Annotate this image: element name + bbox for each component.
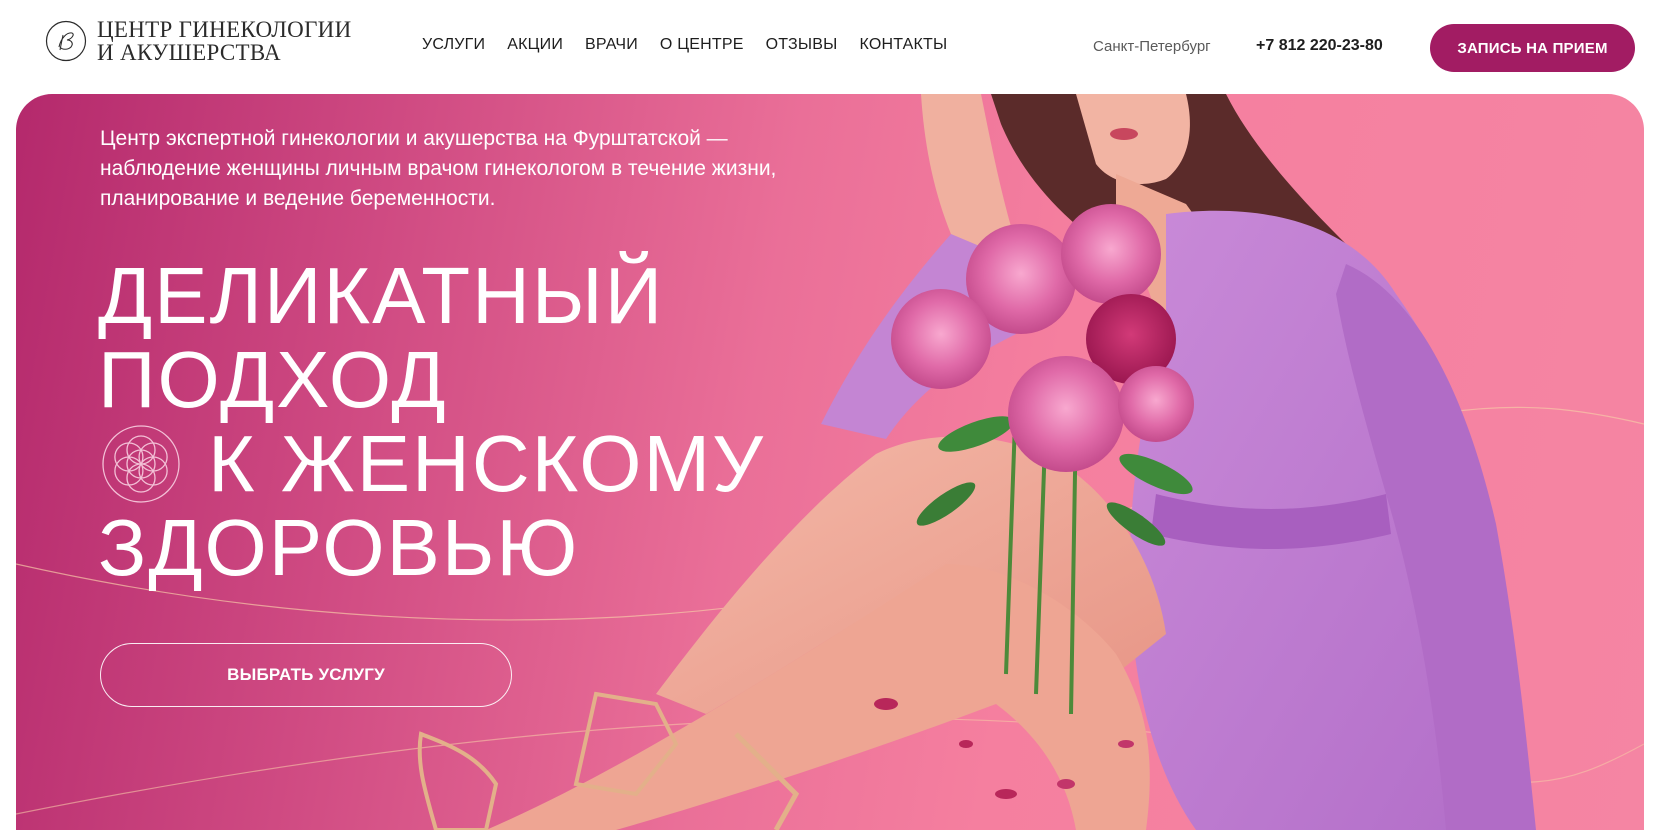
logo-text: ЦЕНТР ГИНЕКОЛОГИИ И АКУШЕРСТВА bbox=[97, 18, 351, 64]
logo[interactable]: ЦЕНТР ГИНЕКОЛОГИИ И АКУШЕРСТВА bbox=[45, 18, 351, 64]
nav-reviews[interactable]: ОТЗЫВЫ bbox=[766, 36, 838, 54]
nav-about[interactable]: О ЦЕНТРЕ bbox=[660, 36, 744, 54]
city-selector[interactable]: Санкт-Петербург bbox=[1093, 38, 1211, 55]
nav-promotions[interactable]: АКЦИИ bbox=[507, 36, 563, 54]
hero-intro-line-2: наблюдение женщины личным врачом гинекол… bbox=[100, 157, 777, 180]
nav-doctors[interactable]: ВРАЧИ bbox=[585, 36, 638, 54]
headline-line-2: ПОДХОД bbox=[98, 335, 448, 424]
hero-banner: Центр экспертной гинекологии и акушерств… bbox=[16, 94, 1644, 830]
nav-contacts[interactable]: КОНТАКТЫ bbox=[859, 36, 947, 54]
nav-services[interactable]: УСЛУГИ bbox=[422, 36, 485, 54]
headline-line-1: ДЕЛИКАТНЫЙ bbox=[98, 251, 665, 340]
logo-line-2: И АКУШЕРСТВА bbox=[97, 40, 281, 65]
phone-link[interactable]: +7 812 220-23-80 bbox=[1256, 37, 1383, 55]
choose-service-button[interactable]: ВЫБРАТЬ УСЛУГУ bbox=[100, 643, 512, 707]
hero-intro-line-1: Центр экспертной гинекологии и акушерств… bbox=[100, 127, 728, 150]
hero-intro-text: Центр экспертной гинекологии и акушерств… bbox=[100, 124, 900, 214]
headline-line-3: К ЖЕНСКОМУ bbox=[208, 419, 765, 508]
hero-headline: ДЕЛИКАТНЫЙ ПОДХОД К ЖЕНСКОМУ ЗДОРОВЬЮ bbox=[98, 254, 765, 590]
flower-of-life-icon bbox=[102, 425, 180, 503]
main-nav: УСЛУГИ АКЦИИ ВРАЧИ О ЦЕНТРЕ ОТЗЫВЫ КОНТА… bbox=[422, 36, 947, 54]
monogram-logo-icon bbox=[45, 20, 87, 62]
headline-line-3-row: К ЖЕНСКОМУ bbox=[98, 422, 765, 506]
hero-intro-line-3: планирование и ведение беременности. bbox=[100, 187, 496, 210]
headline-line-4: ЗДОРОВЬЮ bbox=[98, 503, 580, 592]
site-header: ЦЕНТР ГИНЕКОЛОГИИ И АКУШЕРСТВА УСЛУГИ АК… bbox=[0, 0, 1660, 94]
logo-line-1: ЦЕНТР ГИНЕКОЛОГИИ bbox=[97, 17, 352, 42]
book-appointment-button[interactable]: ЗАПИСЬ НА ПРИЕМ bbox=[1430, 24, 1635, 72]
